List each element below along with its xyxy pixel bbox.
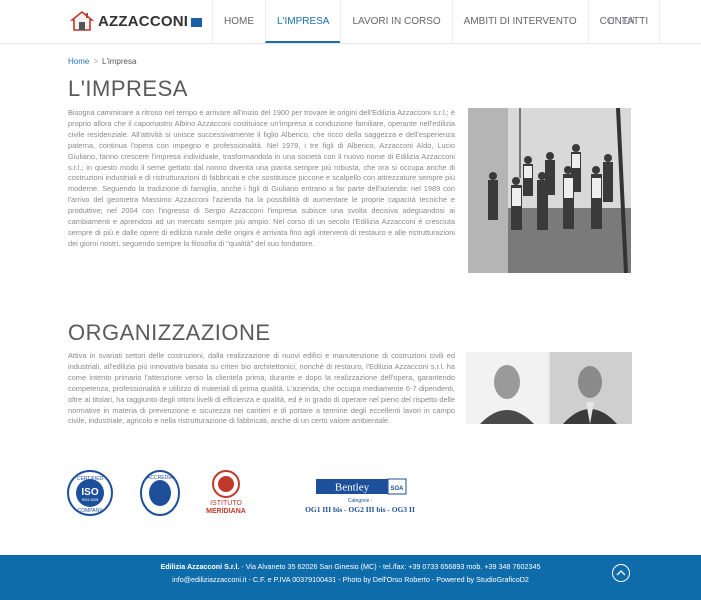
bentley-soa: SOA <box>390 486 404 492</box>
istituto-meridiana-logo: ISTITUTO MERIDIANA <box>195 470 257 516</box>
section-title-impresa: L'IMPRESA <box>68 76 188 101</box>
brand-logo[interactable]: AZZACCONI <box>70 8 203 34</box>
footer-company: Edilizia Azzacconi S.r.l. <box>160 562 240 571</box>
breadcrumb: Home > L'impresa <box>68 57 136 66</box>
language-switcher: IT EN <box>608 16 641 26</box>
founders-portraits-photo <box>466 352 632 424</box>
nav-item-lavori-in-corso[interactable]: LAVORI IN CORSO <box>340 0 451 43</box>
impresa-paragraph: Bisogna camminare a ritroso nel tempo e … <box>68 108 455 248</box>
accredia-text: ACCREDIA <box>147 475 174 481</box>
iso-certified-logo: CERTIFIED ISO 9001:2008 COMPANY <box>67 470 113 516</box>
portraits-illustration <box>466 352 632 424</box>
bentley-categories: OG1 III bis - OG2 III bis - OG3 II <box>305 505 415 514</box>
bentley-soa-logo: Bentley SOA Categorie : OG1 III bis - OG… <box>290 477 430 517</box>
historic-workers-photo <box>468 108 631 273</box>
bentley-cat-label: Categorie : <box>348 498 372 504</box>
organizzazione-paragraph: Attiva in svariati settori delle costruz… <box>68 351 455 426</box>
section-title-organizzazione: ORGANIZZAZIONE <box>68 320 271 345</box>
house-logo-icon <box>70 10 94 31</box>
breadcrumb-current: L'impresa <box>102 57 137 66</box>
meridiana-line1: ISTITUTO <box>210 500 242 507</box>
lang-en-link[interactable]: EN <box>622 16 635 26</box>
footer-info-line: info@ediliziazzacconi.it - C.F. e P.IVA … <box>172 575 529 584</box>
breadcrumb-separator: > <box>93 57 99 66</box>
footer-address-line: Edilizia Azzacconi S.r.l. - Via Alvaneto… <box>0 562 701 571</box>
site-footer: Edilizia Azzacconi S.r.l. - Via Alvaneto… <box>0 555 701 600</box>
iso-mid-text: ISO <box>81 487 98 498</box>
nav-item-home[interactable]: HOME <box>212 0 265 43</box>
iso-top-text: CERTIFIED <box>77 476 104 482</box>
flag-icon <box>191 17 203 27</box>
nav-item-impresa[interactable]: L'IMPRESA <box>265 0 341 43</box>
iso-num-text: 9001:2008 <box>82 498 99 502</box>
accredia-logo: ACCREDIA <box>140 470 180 516</box>
lang-it-link[interactable]: IT <box>608 16 616 26</box>
chevron-up-icon <box>616 570 626 576</box>
nav-item-ambiti-di-intervento[interactable]: AMBITI DI INTERVENTO <box>451 0 588 43</box>
breadcrumb-home-link[interactable]: Home <box>68 57 89 66</box>
meridiana-line2: MERIDIANA <box>206 508 246 515</box>
bentley-name: Bentley <box>335 482 370 494</box>
footer-address: - Via Alvaneto 35 62026 San Ginesio (MC)… <box>239 562 541 571</box>
workers-photo-illustration <box>468 108 631 273</box>
main-nav: HOME L'IMPRESA LAVORI IN CORSO AMBITI DI… <box>212 0 661 43</box>
back-to-top-button[interactable] <box>612 564 630 582</box>
site-header: AZZACCONI HOME L'IMPRESA LAVORI IN CORSO… <box>0 0 701 44</box>
brand-name: AZZACCONI <box>98 12 189 30</box>
iso-bottom-text: COMPANY <box>78 508 104 514</box>
